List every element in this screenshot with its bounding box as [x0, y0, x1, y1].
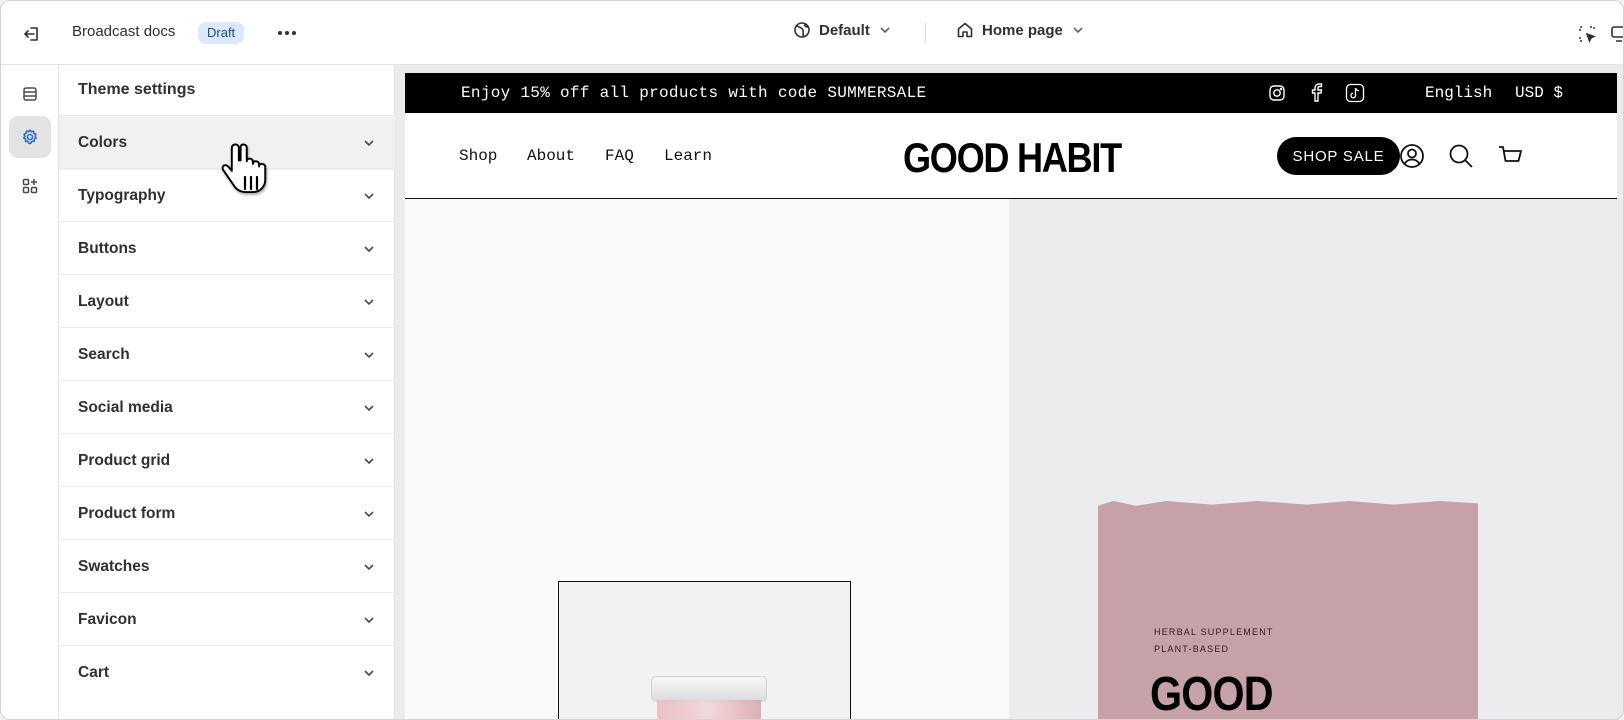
- chevron-down-icon: [880, 27, 890, 34]
- inspect-button[interactable]: [1572, 19, 1602, 49]
- facebook-link[interactable]: [1305, 82, 1327, 104]
- chevron-down-icon: [364, 511, 374, 518]
- accordion-label: Cart: [78, 664, 110, 681]
- nav-link-about[interactable]: About: [527, 147, 575, 165]
- chevron-down-icon: [364, 193, 374, 200]
- announcement-text: Enjoy 15% off all products with code SUM…: [461, 84, 927, 102]
- sidebar-rail: [1, 65, 59, 719]
- announcement-bar[interactable]: Enjoy 15% off all products with code SUM…: [405, 73, 1617, 113]
- chevron-down-icon: [364, 405, 374, 412]
- jar-lid: [651, 676, 767, 702]
- product-pouch-image: HERBAL SUPPLEMENT PLANT-BASED GOOD: [1098, 501, 1478, 720]
- language-selector[interactable]: English: [1425, 84, 1492, 102]
- preview-frame[interactable]: Enjoy 15% off all products with code SUM…: [405, 73, 1617, 720]
- site-header: Shop About FAQ Learn GOOD HABIT SHOP SAL…: [405, 113, 1617, 199]
- pouch-brand: GOOD: [1150, 668, 1274, 720]
- theme-settings-panel: Theme settings Colors Typography Buttons…: [59, 65, 395, 719]
- pouch-sublabel: PLANT-BASED: [1154, 644, 1230, 654]
- more-horizontal-icon: [278, 31, 296, 35]
- chevron-down-icon: [364, 458, 374, 465]
- shop-sale-button[interactable]: SHOP SALE: [1277, 137, 1400, 175]
- page-selector[interactable]: Home page: [956, 21, 1085, 39]
- instagram-icon: [1269, 85, 1285, 101]
- top-bar: Broadcast docs Draft Default Home page: [1, 1, 1623, 65]
- accordion-cart[interactable]: Cart: [59, 645, 395, 700]
- chevron-down-icon: [364, 246, 374, 253]
- nav-link-learn[interactable]: Learn: [664, 147, 712, 165]
- apps-button[interactable]: [9, 165, 51, 207]
- theme-settings-button[interactable]: [9, 116, 51, 158]
- tiktok-icon: [1345, 83, 1365, 103]
- site-logo[interactable]: GOOD HABIT: [903, 134, 1122, 182]
- storefront-preview: Enjoy 15% off all products with code SUM…: [395, 65, 1623, 720]
- accordion-social-media[interactable]: Social media: [59, 380, 395, 435]
- cart-button[interactable]: [1495, 141, 1525, 171]
- search-icon: [1449, 144, 1473, 168]
- device-preview-button[interactable]: [1607, 19, 1623, 49]
- theme-selector-label: Default: [819, 21, 870, 39]
- accordion-label: Favicon: [78, 611, 137, 628]
- home-icon: [957, 22, 973, 38]
- divider: [925, 23, 926, 43]
- sections-button[interactable]: [9, 73, 51, 115]
- search-button[interactable]: [1446, 141, 1476, 171]
- theme-editor-window: Broadcast docs Draft Default Home page T…: [0, 0, 1624, 720]
- jar-body: [657, 700, 761, 719]
- exit-icon: [24, 27, 38, 41]
- accordion-label: Layout: [78, 293, 129, 310]
- accordion-label: Typography: [78, 187, 166, 204]
- instagram-link[interactable]: [1266, 82, 1288, 104]
- cart-icon: [1499, 146, 1522, 162]
- hero-left-panel: [405, 199, 1009, 719]
- accordion-buttons[interactable]: Buttons: [59, 221, 395, 276]
- facebook-icon: [1311, 83, 1323, 102]
- pouch-label: HERBAL SUPPLEMENT: [1154, 627, 1274, 637]
- accordion-product-form[interactable]: Product form: [59, 486, 395, 541]
- accordion-label: Product grid: [78, 452, 171, 469]
- accordion-colors[interactable]: Colors: [59, 115, 395, 170]
- apps-icon: [22, 178, 38, 194]
- page-selector-label: Home page: [982, 21, 1063, 39]
- accordion-product-grid[interactable]: Product grid: [59, 433, 395, 488]
- chevron-down-icon: [364, 564, 374, 571]
- accordion-label: Product form: [78, 505, 176, 522]
- panel-title: Theme settings: [78, 81, 196, 98]
- store-name[interactable]: Broadcast docs: [72, 23, 175, 40]
- exit-button[interactable]: [15, 17, 49, 51]
- chevron-down-icon: [364, 140, 374, 147]
- nav-link-shop[interactable]: Shop: [459, 147, 497, 165]
- accordion-label: Search: [78, 346, 130, 363]
- accordion-typography[interactable]: Typography: [59, 168, 395, 223]
- desktop-icon: [1611, 26, 1623, 42]
- inspect-icon: [1579, 26, 1596, 43]
- chevron-down-icon: [1073, 27, 1083, 34]
- tiktok-link[interactable]: [1344, 82, 1366, 104]
- more-actions-button[interactable]: [269, 19, 305, 47]
- accordion-label: Social media: [78, 399, 173, 416]
- account-icon: [1400, 144, 1424, 168]
- status-badge: Draft: [198, 22, 245, 44]
- accordion-label: Buttons: [78, 240, 137, 257]
- theme-selector[interactable]: Default: [793, 21, 892, 39]
- accordion-label: Colors: [78, 134, 128, 151]
- product-image[interactable]: [558, 581, 851, 719]
- sections-icon: [23, 87, 37, 101]
- chevron-down-icon: [364, 617, 374, 624]
- account-button[interactable]: [1397, 141, 1427, 171]
- currency-selector[interactable]: USD $: [1515, 84, 1563, 102]
- accordion-layout[interactable]: Layout: [59, 274, 395, 329]
- accordion-favicon[interactable]: Favicon: [59, 592, 395, 647]
- gear-icon: [22, 129, 38, 145]
- chevron-down-icon: [364, 299, 374, 306]
- chevron-down-icon: [364, 352, 374, 359]
- chevron-down-icon: [364, 670, 374, 677]
- accordion-swatches[interactable]: Swatches: [59, 539, 395, 594]
- nav-link-faq[interactable]: FAQ: [605, 147, 634, 165]
- globe-icon: [794, 22, 810, 38]
- accordion-search[interactable]: Search: [59, 327, 395, 382]
- accordion-label: Swatches: [78, 558, 150, 575]
